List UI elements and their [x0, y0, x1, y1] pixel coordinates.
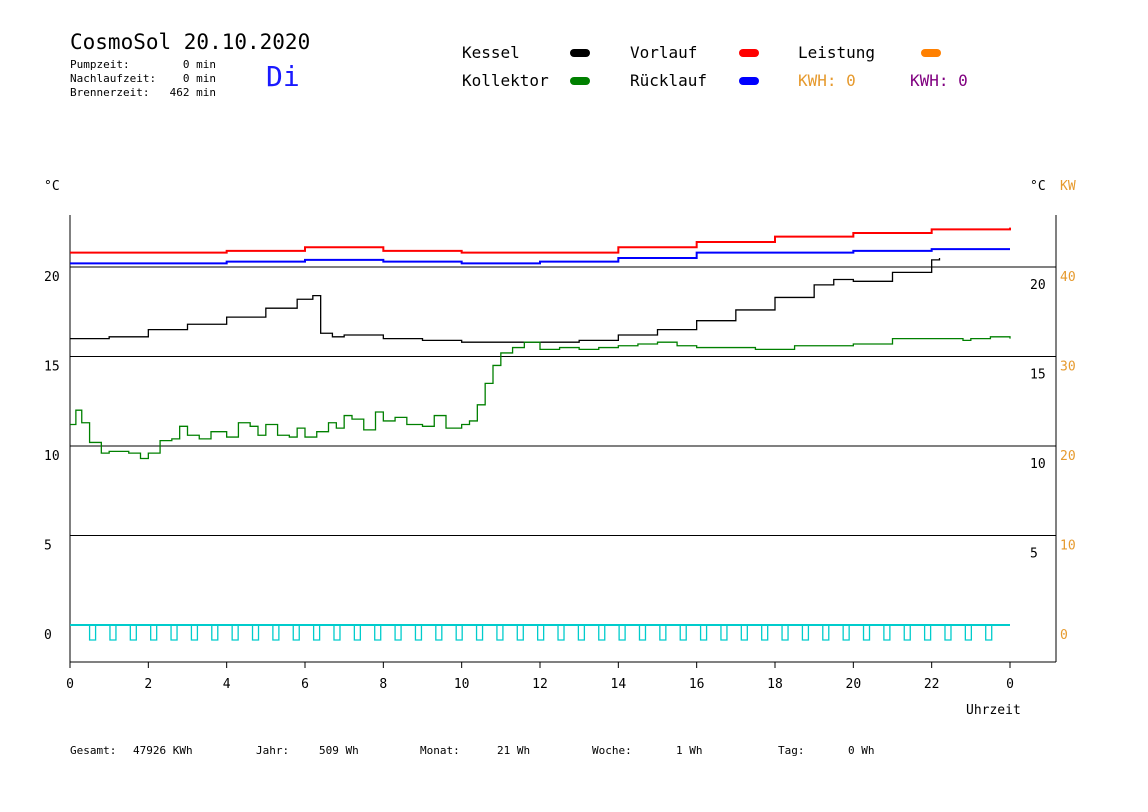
series-line-kessel [70, 258, 941, 343]
x-tick-label: 22 [924, 677, 940, 692]
y-right-tick-label: 5 [1030, 547, 1038, 562]
x-tick-label: 0 [66, 677, 74, 692]
footer-label-tag: Tag: [778, 744, 805, 757]
y-kw-tick-label: 40 [1060, 270, 1076, 285]
y-kw-tick-label: 0 [1060, 628, 1068, 643]
y-left-tick-label: 20 [44, 270, 60, 285]
series-line-vorlauf [70, 227, 1011, 254]
footer-label-jahr: Jahr: [256, 744, 290, 757]
y-left-tick-label: 15 [44, 360, 60, 375]
x-tick-label: 12 [532, 677, 548, 692]
x-tick-label: 2 [144, 677, 152, 692]
y-kw-tick-label: 10 [1060, 539, 1076, 554]
x-tick-label: 14 [611, 677, 627, 692]
x-tick-label: 6 [301, 677, 309, 692]
series-line-kollektor [70, 336, 1011, 460]
y-kw-tick-label: 20 [1060, 449, 1076, 464]
y-left-tick-label: 0 [44, 628, 52, 643]
footer-value-woche: 1 Wh [676, 744, 703, 757]
footer-label-gesamt: Gesamt: [70, 744, 117, 757]
y-right-tick-label: 20 [1030, 278, 1046, 293]
footer-value-tag: 0 Wh [848, 744, 875, 757]
x-tick-label: 18 [767, 677, 783, 692]
y-left-unit: °C [44, 179, 60, 194]
y-left-tick-label: 10 [44, 449, 60, 464]
x-tick-label: 8 [379, 677, 387, 692]
y-right-tick-label: 10 [1030, 457, 1046, 472]
x-tick-label: 16 [689, 677, 705, 692]
y-right-unit: °C [1030, 179, 1046, 194]
series-line-rcklauf [70, 248, 1010, 265]
y-right-tick-label: 15 [1030, 368, 1046, 383]
y-kw-tick-label: 30 [1060, 360, 1076, 375]
pump-pulse-markers [88, 625, 993, 641]
x-axis-label: Uhrzeit [966, 703, 1021, 718]
footer-label-woche: Woche: [592, 744, 632, 757]
x-tick-label: 0 [1006, 677, 1014, 692]
y-left-tick-label: 5 [44, 539, 52, 554]
footer-label-monat: Monat: [420, 744, 460, 757]
x-tick-label: 4 [223, 677, 231, 692]
y-kw-unit: KW [1060, 179, 1076, 194]
footer-value-monat: 21 Wh [497, 744, 531, 757]
footer-value-jahr: 509 Wh [319, 744, 359, 757]
x-tick-label: 10 [454, 677, 470, 692]
temperature-chart: 0 2 4 6 8 10 12 14 16 18 20 22 0 0 5 10 15 20 5 10 15 20 0 10 20… [44, 179, 1076, 718]
footer-value-gesamt: 47926 KWh [133, 744, 193, 757]
x-tick-label: 20 [846, 677, 862, 692]
